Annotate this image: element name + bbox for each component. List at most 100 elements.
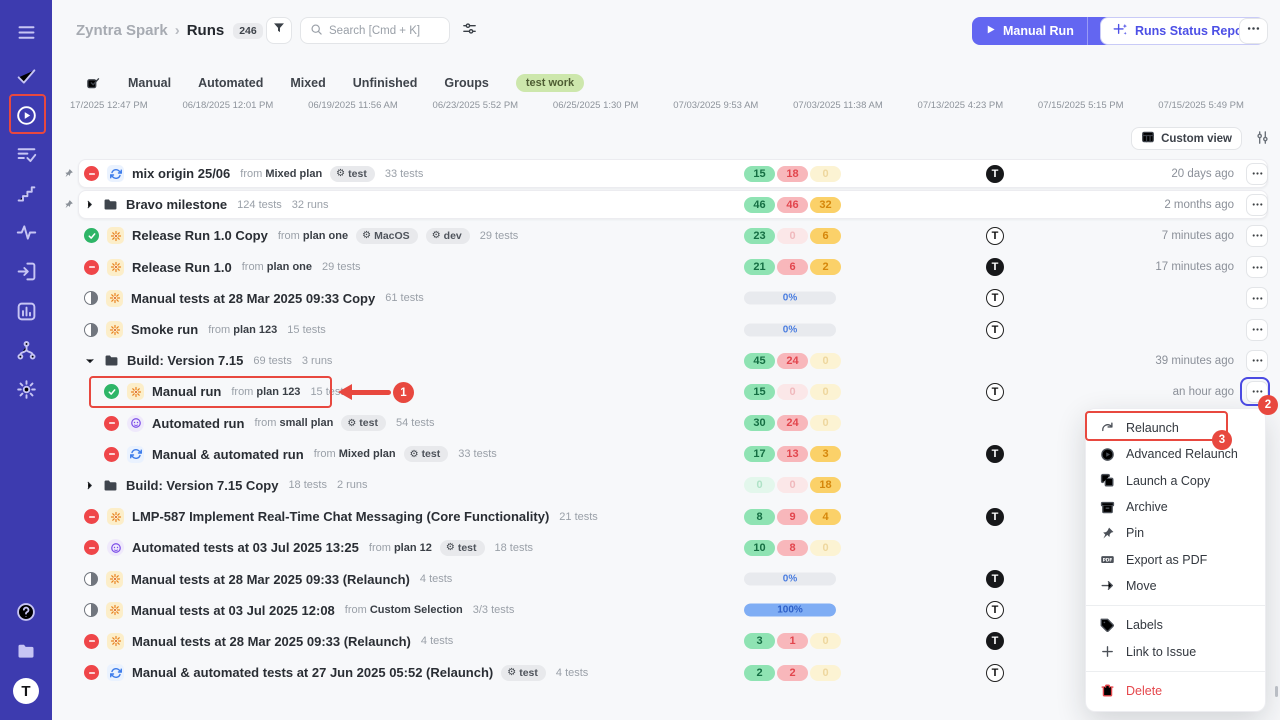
tab-groups[interactable]: Groups: [444, 76, 488, 90]
env-chip[interactable]: ⚙test: [440, 540, 485, 556]
row-more-button[interactable]: [1246, 225, 1268, 247]
menu-item-export-as-pdf[interactable]: PDFExport as PDF: [1086, 546, 1265, 572]
search-settings-icon[interactable]: [462, 21, 477, 41]
menu-item-link-to-issue[interactable]: Link to Issue: [1086, 638, 1265, 664]
run-name[interactable]: Automated tests at 03 Jul 2025 13:25: [132, 540, 359, 555]
run-name[interactable]: Release Run 1.0 Copy: [132, 228, 268, 243]
run-row[interactable]: Manual tests at 28 Mar 2025 09:33 Copy61…: [52, 283, 1280, 314]
assignee-avatar[interactable]: T: [986, 445, 1004, 463]
run-row[interactable]: mix origin 25/06from Mixed plan⚙test33 t…: [52, 158, 1280, 189]
plan-name[interactable]: Custom Selection: [370, 604, 463, 616]
sidebar-item-help[interactable]: [0, 598, 52, 626]
plan-name[interactable]: plan 123: [233, 324, 277, 336]
sidebar-account-avatar[interactable]: T: [0, 677, 52, 705]
search-input[interactable]: Search [Cmd + K]: [300, 17, 450, 44]
run-name[interactable]: Build: Version 7.15 Copy: [126, 478, 278, 493]
sidebar-item-settings-gear[interactable]: [0, 375, 52, 403]
custom-view-button[interactable]: Custom view: [1131, 127, 1242, 150]
assignee-avatar[interactable]: T: [986, 165, 1004, 183]
run-row[interactable]: Release Run 1.0from plan one29 tests2162…: [52, 252, 1280, 283]
menu-item-pin[interactable]: Pin: [1086, 520, 1265, 546]
menu-item-move[interactable]: Move: [1086, 573, 1265, 599]
plan-name[interactable]: plan one: [303, 230, 348, 242]
scrollbar-thumb[interactable]: [1275, 686, 1278, 697]
run-row[interactable]: Release Run 1.0 Copyfrom plan one⚙MacOS⚙…: [52, 220, 1280, 251]
run-row[interactable]: Smoke runfrom plan 12315 tests0%T: [52, 314, 1280, 345]
run-group-row[interactable]: Build: Version 7.1569 tests3 runs4524039…: [52, 345, 1280, 376]
env-chip[interactable]: ⚙MacOS: [356, 228, 418, 244]
row-more-button[interactable]: [1246, 319, 1268, 341]
assignee-avatar[interactable]: T: [986, 227, 1004, 245]
menu-item-launch-a-copy[interactable]: Launch a Copy: [1086, 468, 1265, 494]
run-name[interactable]: Bravo milestone: [126, 197, 227, 212]
assignee-avatar[interactable]: T: [986, 570, 1004, 588]
run-name[interactable]: Release Run 1.0: [132, 260, 232, 275]
plan-name[interactable]: plan one: [267, 261, 312, 273]
row-more-button[interactable]: [1246, 287, 1268, 309]
env-chip[interactable]: ⚙test: [404, 446, 449, 462]
collapse-chevron-down-icon[interactable]: [84, 355, 96, 367]
assignee-avatar[interactable]: T: [986, 321, 1004, 339]
plan-name[interactable]: Mixed plan: [339, 448, 396, 460]
assignee-avatar[interactable]: T: [986, 383, 1004, 401]
run-name[interactable]: Manual tests at 03 Jul 2025 12:08: [131, 603, 335, 618]
sidebar-item-analytics[interactable]: [0, 297, 52, 325]
plan-name[interactable]: plan 12: [394, 542, 432, 554]
run-name[interactable]: Manual tests at 28 Mar 2025 09:33 Copy: [131, 291, 375, 306]
plan-name[interactable]: plan 123: [256, 386, 300, 398]
menu-item-relaunch[interactable]: Relaunch: [1086, 415, 1265, 441]
row-more-button[interactable]: [1246, 163, 1268, 185]
run-name[interactable]: Manual run: [152, 384, 221, 399]
sidebar-item-projects-folder[interactable]: [0, 637, 52, 665]
assignee-avatar[interactable]: T: [986, 664, 1004, 682]
assignee-avatar[interactable]: T: [986, 258, 1004, 276]
sidebar-item-activity[interactable]: [0, 218, 52, 246]
menu-item-archive[interactable]: Archive: [1086, 494, 1265, 520]
sidebar-item-import[interactable]: [0, 257, 52, 285]
sidebar-item-checks[interactable]: [0, 62, 52, 90]
run-name[interactable]: LMP-587 Implement Real-Time Chat Messagi…: [132, 509, 549, 524]
plan-name[interactable]: small plan: [280, 417, 334, 429]
breadcrumb-project[interactable]: Zyntra Spark: [76, 22, 168, 39]
expand-chevron-right-icon[interactable]: [84, 199, 95, 210]
sidebar-item-steps[interactable]: [0, 179, 52, 207]
view-settings-icon[interactable]: [1255, 130, 1270, 150]
run-name[interactable]: Build: Version 7.15: [127, 353, 243, 368]
run-name[interactable]: Automated run: [152, 416, 244, 431]
tab-unfinished[interactable]: Unfinished: [353, 76, 418, 90]
row-more-button[interactable]: [1246, 381, 1268, 403]
run-name[interactable]: Manual & automated run: [152, 447, 304, 462]
plan-name[interactable]: Mixed plan: [265, 168, 322, 180]
env-chip[interactable]: ⚙dev: [426, 228, 470, 244]
row-more-button[interactable]: [1246, 350, 1268, 372]
env-chip[interactable]: ⚙test: [341, 415, 386, 431]
run-name[interactable]: Smoke run: [131, 322, 198, 337]
manual-run-button[interactable]: Manual Run: [972, 17, 1121, 45]
assignee-avatar[interactable]: T: [986, 601, 1004, 619]
run-group-row[interactable]: Bravo milestone124 tests32 runs4646322 m…: [52, 189, 1280, 220]
tag-filter-badge[interactable]: test work: [516, 74, 584, 92]
row-more-button[interactable]: [1246, 256, 1268, 278]
tab-automated[interactable]: Automated: [198, 76, 263, 90]
env-chip[interactable]: ⚙test: [330, 166, 375, 182]
tab-mixed[interactable]: Mixed: [290, 76, 325, 90]
header-more-button[interactable]: [1239, 18, 1268, 44]
run-name[interactable]: Manual tests at 28 Mar 2025 09:33 (Relau…: [131, 572, 410, 587]
tab-manual[interactable]: Manual: [128, 76, 171, 90]
sidebar-item-test-list[interactable]: [0, 140, 52, 168]
sidebar-item-menu[interactable]: [0, 18, 52, 46]
select-runs-icon[interactable]: [86, 76, 101, 91]
assignee-avatar[interactable]: T: [986, 632, 1004, 650]
menu-item-advanced-relaunch[interactable]: Advanced Relaunch: [1086, 441, 1265, 467]
run-name[interactable]: mix origin 25/06: [132, 166, 230, 181]
assignee-avatar[interactable]: T: [986, 508, 1004, 526]
run-row[interactable]: Manual runfrom plan 12315 tests1500Tan h…: [52, 376, 1280, 407]
row-more-button[interactable]: [1246, 194, 1268, 216]
assignee-avatar[interactable]: T: [986, 289, 1004, 307]
filter-button[interactable]: [266, 17, 292, 44]
menu-item-labels[interactable]: Labels: [1086, 612, 1265, 638]
run-name[interactable]: Manual tests at 28 Mar 2025 09:33 (Relau…: [132, 634, 411, 649]
run-name[interactable]: Manual & automated tests at 27 Jun 2025 …: [132, 665, 493, 680]
sidebar-item-runs-play[interactable]: [0, 101, 52, 129]
menu-item-delete[interactable]: Delete: [1086, 678, 1265, 704]
